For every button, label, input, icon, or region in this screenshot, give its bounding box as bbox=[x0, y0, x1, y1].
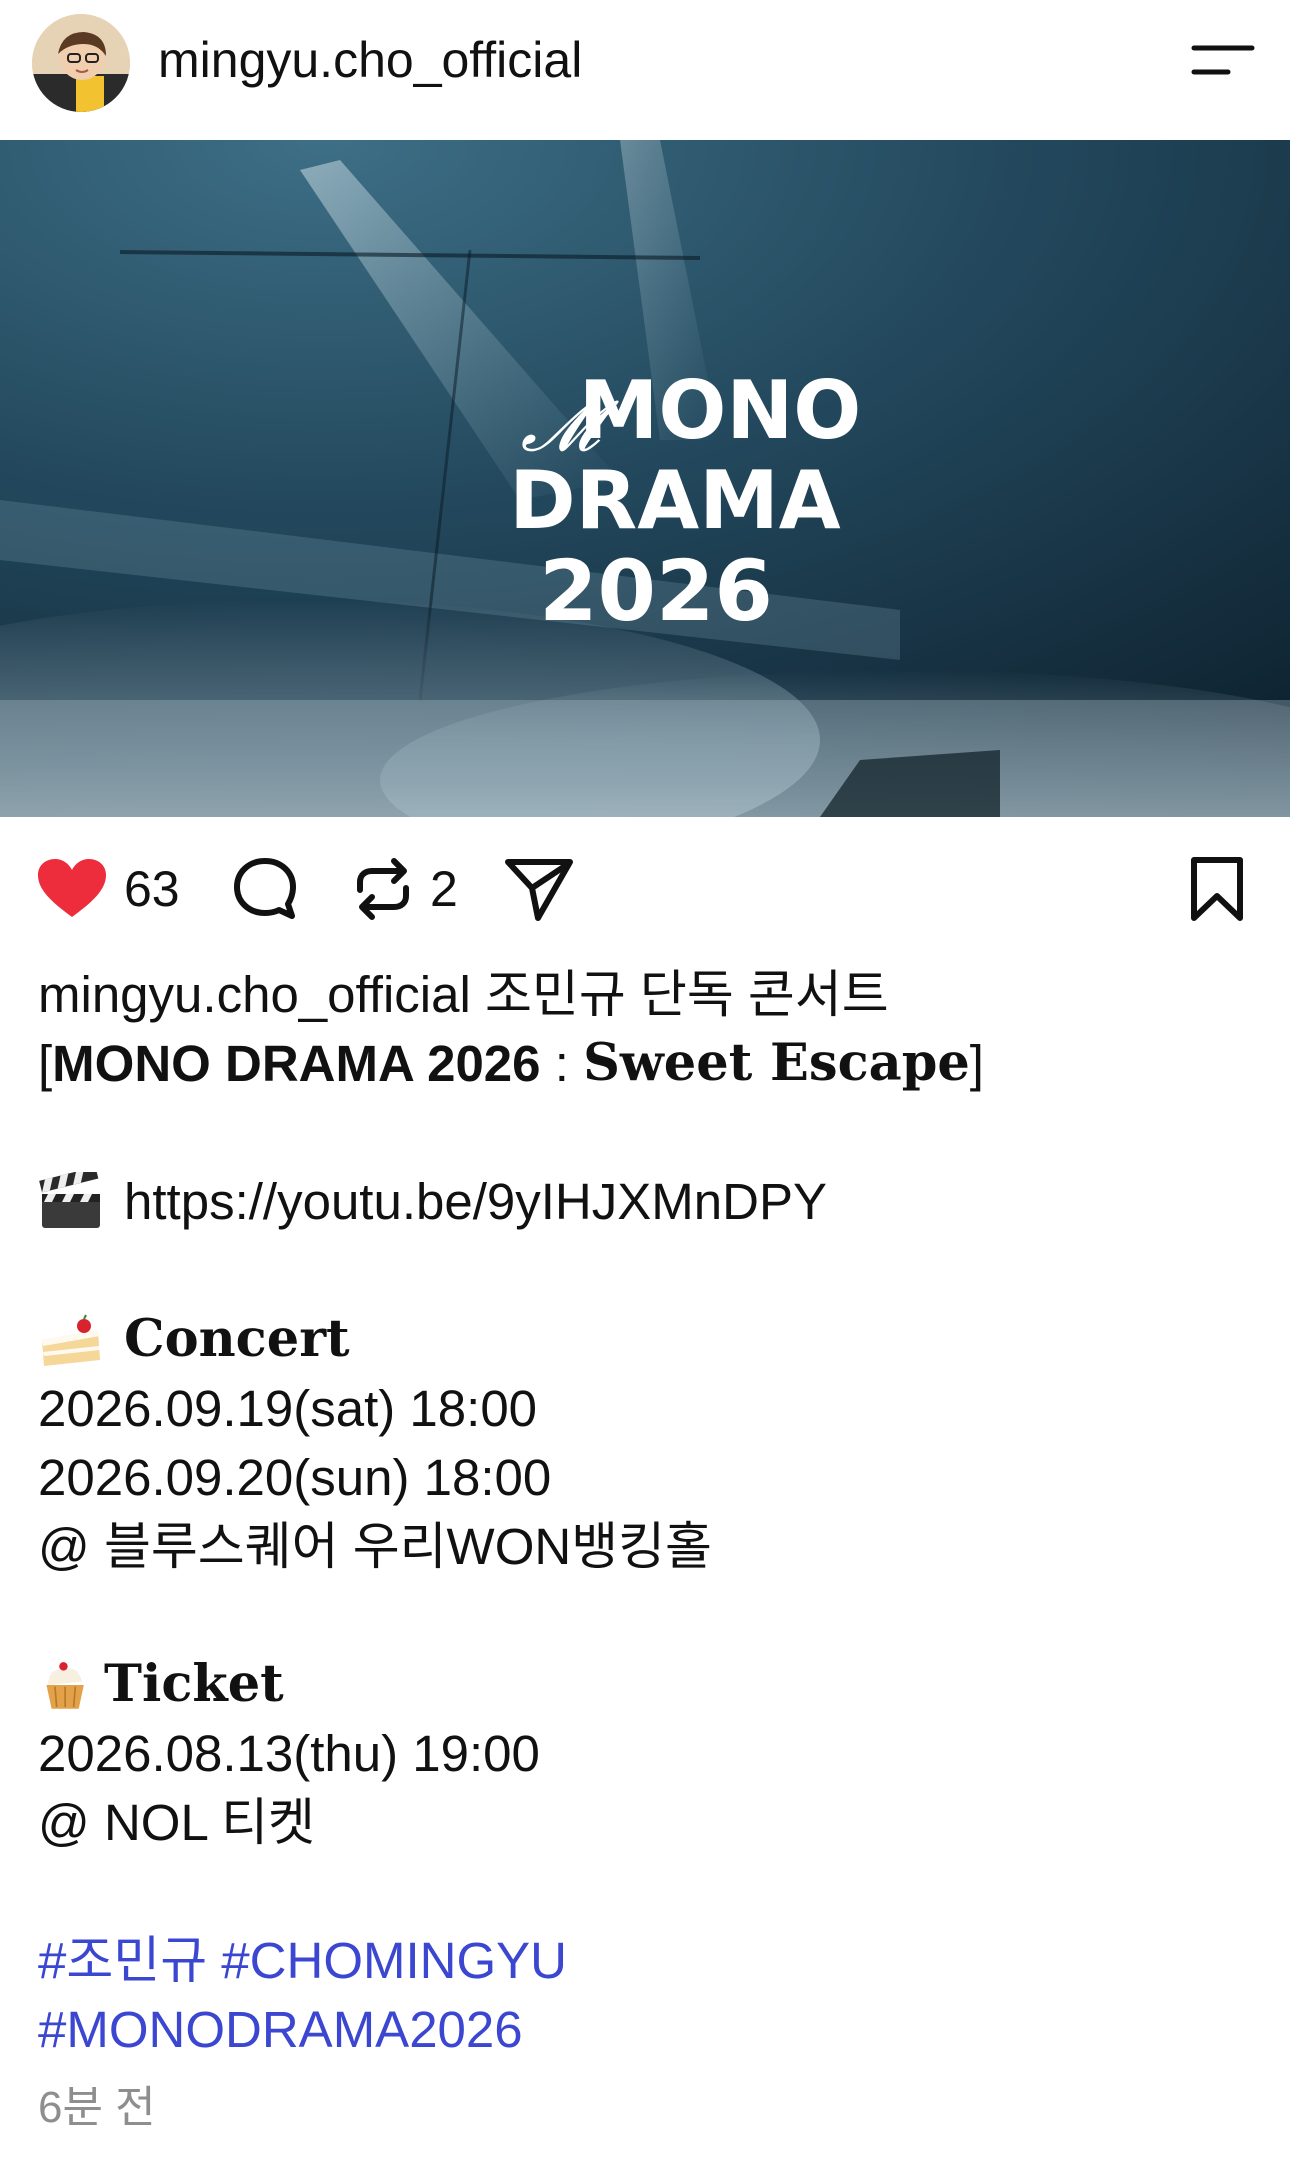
caption-line-concert-title: [MONO DRAMA 2026 : Sweet Escape] bbox=[38, 1029, 1258, 1098]
caption-username[interactable]: mingyu.cho_official bbox=[38, 960, 471, 1029]
media-title-line1: MONO bbox=[579, 364, 862, 457]
bracket-close: ] bbox=[969, 1035, 984, 1092]
cupcake-icon bbox=[46, 1661, 84, 1709]
post-media[interactable]: 𝓜 MONO DRAMA 2026 bbox=[0, 140, 1290, 817]
post-timestamp: 6분 전 bbox=[38, 2083, 156, 2132]
media-title-line2: DRAMA bbox=[509, 454, 841, 547]
caption-intro-text: 조민규 단독 콘서트 bbox=[470, 966, 889, 1023]
send-icon bbox=[505, 859, 573, 921]
comment-button[interactable] bbox=[232, 848, 298, 930]
avatar[interactable] bbox=[32, 14, 130, 112]
like-button[interactable]: 63 bbox=[36, 848, 180, 930]
caption-line-concert-heading: Concert bbox=[38, 1305, 1258, 1374]
concert-title-bold: MONO DRAMA 2026 bbox=[52, 1035, 541, 1092]
bracket-open: [ bbox=[38, 1035, 53, 1092]
hashtags-line-2[interactable]: #MONODRAMA2026 bbox=[38, 1995, 1258, 2064]
share-button[interactable] bbox=[504, 848, 574, 930]
action-bar: 63 2 bbox=[0, 848, 1290, 930]
caption-line-link: https://youtu.be/9yIHJXMnDPY bbox=[38, 1167, 1258, 1236]
ticket-heading: Ticket bbox=[104, 1654, 284, 1714]
media-title-line3: 2026 bbox=[539, 542, 773, 640]
repost-icon bbox=[357, 858, 409, 920]
like-count: 63 bbox=[124, 861, 180, 917]
title-separator: : bbox=[540, 1035, 584, 1092]
youtube-link[interactable]: https://youtu.be/9yIHJXMnDPY bbox=[124, 1167, 827, 1236]
header-username[interactable]: mingyu.cho_official bbox=[158, 30, 582, 90]
ticket-venue: @ NOL 티켓 bbox=[38, 1794, 315, 1851]
save-button[interactable] bbox=[1188, 848, 1246, 930]
hashtags-line-1[interactable]: #조민규 #CHOMINGYU bbox=[38, 1926, 1258, 1995]
caption-line-title: mingyu.cho_official 조민규 단독 콘서트 bbox=[38, 960, 1258, 1029]
repost-count: 2 bbox=[430, 861, 458, 917]
post-header: mingyu.cho_official bbox=[0, 0, 1290, 140]
post-caption: mingyu.cho_official 조민규 단독 콘서트 [MONO DRA… bbox=[38, 960, 1258, 2064]
concert-date-2: 2026.09.20(sun) 18:00 bbox=[38, 1449, 552, 1506]
menu-lines-icon[interactable] bbox=[1190, 40, 1258, 80]
concert-date-1: 2026.09.19(sat) 18:00 bbox=[38, 1380, 538, 1437]
ticket-date: 2026.08.13(thu) 19:00 bbox=[38, 1725, 540, 1782]
bookmark-icon bbox=[1191, 857, 1243, 921]
shortcake-icon bbox=[42, 1314, 100, 1366]
comment-bubble-icon bbox=[234, 858, 296, 919]
profile-photo-icon bbox=[32, 14, 130, 112]
concert-subtitle: Sweet Escape bbox=[583, 1033, 970, 1093]
repost-button[interactable]: 2 bbox=[352, 848, 458, 930]
concert-venue: @ 블루스퀘어 우리WON뱅킹홀 bbox=[38, 1518, 712, 1575]
concert-heading: Concert bbox=[124, 1309, 350, 1369]
caption-line-ticket-heading: Ticket bbox=[38, 1650, 1258, 1719]
heart-icon bbox=[38, 859, 106, 917]
clapperboard-icon bbox=[39, 1171, 100, 1228]
